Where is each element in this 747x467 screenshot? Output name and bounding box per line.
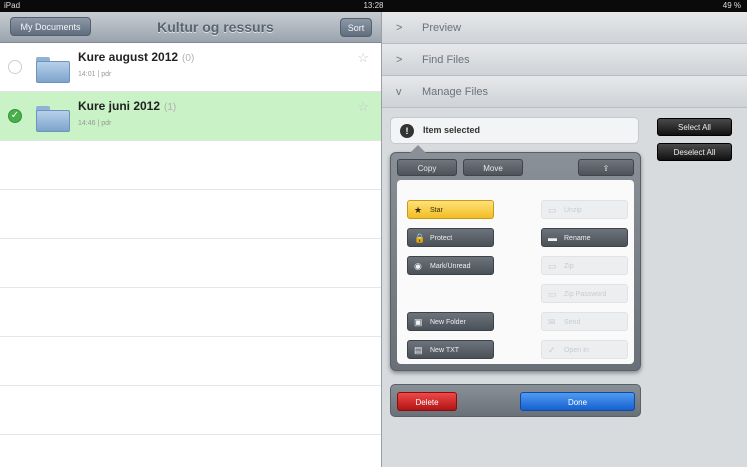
- lock-icon: 🔒: [414, 233, 426, 243]
- status-bar: iPad 13:28 49 %: [0, 0, 747, 12]
- sort-button[interactable]: Sort: [340, 18, 372, 37]
- file-meta: 14:46 | pdr: [78, 120, 112, 127]
- manage-files-area: ! Item selected Select All Deselect All …: [382, 108, 747, 467]
- section-label: Manage Files: [422, 86, 489, 98]
- star-outline-icon[interactable]: ☆: [357, 50, 369, 66]
- star-icon: ★: [414, 205, 423, 215]
- document-plus-icon: ▤: [414, 345, 423, 355]
- selection-circle-icon[interactable]: [8, 60, 22, 74]
- select-all-button[interactable]: Select All: [657, 118, 732, 136]
- folder-icon: ▬: [548, 233, 557, 243]
- section-label: Preview: [422, 22, 462, 34]
- folder-plus-icon: ▣: [414, 317, 423, 327]
- chevron-right-icon: >: [396, 22, 403, 34]
- chevron-down-icon: v: [396, 86, 402, 98]
- empty-row: [0, 435, 381, 467]
- zip-button[interactable]: ▭ Zip: [541, 256, 628, 275]
- empty-row: [0, 190, 381, 239]
- checkmark-icon[interactable]: ✓: [8, 109, 22, 123]
- file-count: (0): [182, 53, 195, 64]
- share-icon[interactable]: ⇪: [578, 159, 634, 176]
- star-outline-icon[interactable]: ☆: [357, 99, 369, 115]
- section-manage-files[interactable]: v Manage Files: [382, 76, 747, 108]
- popover-arrow: [409, 145, 427, 154]
- empty-row: [0, 239, 381, 288]
- send-button[interactable]: ✉ Send: [541, 312, 628, 331]
- new-folder-button[interactable]: ▣ New Folder: [407, 312, 494, 331]
- move-button[interactable]: Move: [463, 159, 523, 176]
- folder-title: Kultur og ressurs: [157, 19, 274, 35]
- file-name: Kure august 2012 (0): [78, 50, 195, 64]
- empty-row: [0, 288, 381, 337]
- open-in-button[interactable]: ✓ Open In: [541, 340, 628, 359]
- selection-text: Item selected: [423, 125, 481, 135]
- star-button[interactable]: ★ Star: [407, 200, 494, 219]
- left-navigation-bar: My Documents Kultur og ressurs Sort: [0, 12, 381, 43]
- archive-lock-icon: ▭: [548, 289, 557, 299]
- zip-password-button[interactable]: ▭ Zip Password: [541, 284, 628, 303]
- check-icon: ✓: [548, 345, 556, 355]
- archive-icon: ▭: [548, 261, 557, 271]
- file-meta: 14:01 | pdr: [78, 71, 112, 78]
- bottom-action-bar: Delete Done: [390, 384, 641, 417]
- copy-button[interactable]: Copy: [397, 159, 457, 176]
- protect-button[interactable]: 🔒 Protect: [407, 228, 494, 247]
- empty-row: [0, 141, 381, 190]
- action-grid: ★ Star 🔒 Protect ◉ Mark/Unread ▣ New Folder …: [397, 180, 634, 364]
- file-name: Kure juni 2012 (1): [78, 99, 177, 113]
- section-label: Find Files: [422, 54, 470, 66]
- file-count: (1): [164, 102, 177, 113]
- section-preview[interactable]: > Preview: [382, 12, 747, 44]
- new-txt-button[interactable]: ▤ New TXT: [407, 340, 494, 359]
- delete-button[interactable]: Delete: [397, 392, 457, 411]
- folder-icon: [36, 106, 70, 132]
- archive-icon: ▭: [548, 205, 557, 215]
- rename-button[interactable]: ▬ Rename: [541, 228, 628, 247]
- actions-popover: Copy Move ⇪ ★ Star 🔒 Protect ◉ Mark/Unread …: [390, 145, 641, 371]
- file-list-pane: My Documents Kultur og ressurs Sort Kure…: [0, 12, 381, 467]
- empty-row: [0, 386, 381, 435]
- file-row-selected[interactable]: ✓ Kure juni 2012 (1) 14:46 | pdr ☆: [0, 92, 381, 141]
- mark-unread-button[interactable]: ◉ Mark/Unread: [407, 256, 494, 275]
- empty-row: [0, 337, 381, 386]
- clock: 13:28: [363, 1, 384, 10]
- unzip-button[interactable]: ▭ Unzip: [541, 200, 628, 219]
- eye-icon: ◉: [414, 261, 422, 271]
- file-row[interactable]: Kure august 2012 (0) 14:01 | pdr ☆: [0, 43, 381, 92]
- deselect-all-button[interactable]: Deselect All: [657, 143, 732, 161]
- back-button[interactable]: My Documents: [10, 17, 91, 36]
- battery-level: 49 %: [722, 1, 741, 10]
- chevron-right-icon: >: [396, 54, 403, 66]
- section-find-files[interactable]: > Find Files: [382, 44, 747, 76]
- done-button[interactable]: Done: [520, 392, 635, 411]
- folder-icon: [36, 57, 70, 83]
- envelope-icon: ✉: [548, 317, 556, 327]
- info-icon: !: [400, 124, 414, 138]
- selection-status: ! Item selected: [390, 117, 639, 144]
- detail-pane: > Preview > Find Files v Manage Files ! …: [381, 12, 747, 467]
